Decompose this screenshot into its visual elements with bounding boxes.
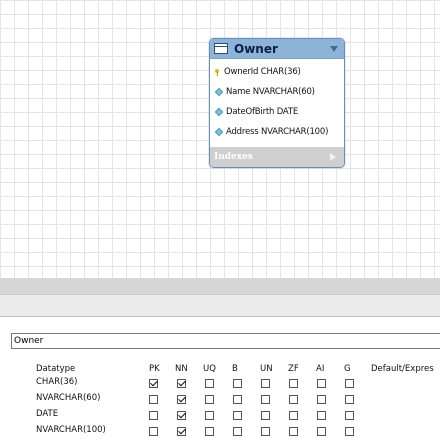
ai-checkbox[interactable] xyxy=(317,379,326,388)
header-datatype[interactable]: Datatype xyxy=(36,364,75,374)
pk-checkbox[interactable] xyxy=(149,395,158,404)
header-nn[interactable]: NN xyxy=(175,364,188,374)
table-row[interactable]: DATE xyxy=(0,409,440,423)
column-label: DateOfBirth DATE xyxy=(226,107,299,117)
uq-checkbox[interactable] xyxy=(205,411,214,420)
pk-checkbox[interactable] xyxy=(149,379,158,388)
diamond-icon xyxy=(214,87,224,97)
entity-column[interactable]: OwnerId CHAR(36) xyxy=(210,62,344,82)
column-label: Address NVARCHAR(100) xyxy=(226,127,329,137)
b-checkbox[interactable] xyxy=(233,411,242,420)
g-checkbox[interactable] xyxy=(345,411,354,420)
pk-checkbox[interactable] xyxy=(149,427,158,436)
key-icon xyxy=(214,68,221,76)
diamond-icon xyxy=(214,127,224,137)
ai-checkbox[interactable] xyxy=(317,427,326,436)
uq-checkbox[interactable] xyxy=(205,395,214,404)
entity-title: Owner xyxy=(234,41,278,56)
header-b[interactable]: B xyxy=(232,364,238,374)
header-ai[interactable]: AI xyxy=(316,364,324,374)
entity-header[interactable]: Owner xyxy=(210,39,344,59)
g-checkbox[interactable] xyxy=(345,379,354,388)
un-checkbox[interactable] xyxy=(261,379,270,388)
splitter-bar[interactable] xyxy=(0,278,440,294)
table-row[interactable]: CHAR(36) xyxy=(0,377,440,391)
un-checkbox[interactable] xyxy=(261,395,270,404)
table-name-input[interactable] xyxy=(11,333,440,349)
zf-checkbox[interactable] xyxy=(289,411,298,420)
nn-checkbox[interactable] xyxy=(177,395,186,404)
entity-column[interactable]: Address NVARCHAR(100) xyxy=(210,122,344,142)
b-checkbox[interactable] xyxy=(233,427,242,436)
column-label: Name NVARCHAR(60) xyxy=(226,87,315,97)
header-uq[interactable]: UQ xyxy=(203,364,216,374)
nn-checkbox[interactable] xyxy=(177,379,186,388)
zf-checkbox[interactable] xyxy=(289,427,298,436)
collapse-triangle-icon[interactable] xyxy=(330,45,338,52)
entity-column-list: OwnerId CHAR(36) Name NVARCHAR(60) DateO… xyxy=(210,59,344,142)
datatype-cell[interactable]: CHAR(36) xyxy=(36,377,78,387)
uq-checkbox[interactable] xyxy=(205,379,214,388)
diamond-icon xyxy=(214,107,224,117)
expand-triangle-icon[interactable] xyxy=(330,153,336,161)
table-icon xyxy=(214,43,228,54)
ai-checkbox[interactable] xyxy=(317,395,326,404)
ai-checkbox[interactable] xyxy=(317,411,326,420)
header-default[interactable]: Default/Expres xyxy=(371,364,434,374)
zf-checkbox[interactable] xyxy=(289,379,298,388)
table-editor: Datatype PK NN UQ B UN ZF AI G Default/E… xyxy=(0,317,440,440)
zf-checkbox[interactable] xyxy=(289,395,298,404)
pk-checkbox[interactable] xyxy=(149,411,158,420)
indexes-section[interactable]: Indexes xyxy=(210,147,344,167)
header-pk[interactable]: PK xyxy=(149,364,160,374)
datatype-cell[interactable]: DATE xyxy=(36,409,58,419)
header-zf[interactable]: ZF xyxy=(288,364,299,374)
datatype-cell[interactable]: NVARCHAR(60) xyxy=(36,393,100,403)
datatype-cell[interactable]: NVARCHAR(100) xyxy=(36,425,106,435)
header-un[interactable]: UN xyxy=(260,364,273,374)
nn-checkbox[interactable] xyxy=(177,427,186,436)
entity-column[interactable]: DateOfBirth DATE xyxy=(210,102,344,122)
diagram-canvas[interactable]: Owner OwnerId CHAR(36) Name NVARCHAR(60)… xyxy=(0,0,440,278)
b-checkbox[interactable] xyxy=(233,395,242,404)
header-g[interactable]: G xyxy=(344,364,351,374)
nn-checkbox[interactable] xyxy=(177,411,186,420)
owner-entity-card[interactable]: Owner OwnerId CHAR(36) Name NVARCHAR(60)… xyxy=(209,38,345,168)
g-checkbox[interactable] xyxy=(345,395,354,404)
column-label: OwnerId CHAR(36) xyxy=(224,67,301,77)
b-checkbox[interactable] xyxy=(233,379,242,388)
un-checkbox[interactable] xyxy=(261,427,270,436)
table-row[interactable]: NVARCHAR(100) xyxy=(0,425,440,439)
g-checkbox[interactable] xyxy=(345,427,354,436)
indexes-label: Indexes xyxy=(214,152,253,162)
uq-checkbox[interactable] xyxy=(205,427,214,436)
un-checkbox[interactable] xyxy=(261,411,270,420)
editor-toolbar xyxy=(0,294,440,317)
entity-column[interactable]: Name NVARCHAR(60) xyxy=(210,82,344,102)
table-row[interactable]: NVARCHAR(60) xyxy=(0,393,440,407)
